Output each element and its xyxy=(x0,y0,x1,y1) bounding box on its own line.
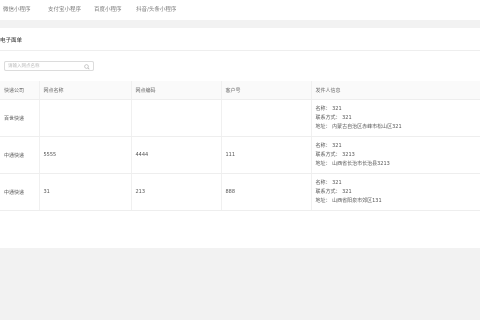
tab-douyin-miniprogram[interactable]: 抖音/头条小程序 xyxy=(136,5,176,13)
cell-sender-info: 名称： 321 联系方式： 321 地址： 内蒙古自治区赤峰市松山区321 xyxy=(311,99,480,137)
cell-customer-id xyxy=(221,99,312,137)
table-row[interactable]: 中通快递 31 213 888 名称： 321 联系方式： 321 地址： 山西… xyxy=(0,173,480,211)
sender-address: 地址： 山西省阳泉市郊区131 xyxy=(315,197,382,204)
sender-phone: 联系方式： 321 xyxy=(315,114,352,121)
col-header-customer-id: 客户号 xyxy=(221,81,312,100)
table-header-row: 快递公司 网点名称 网点编码 客户号 发件人信息 xyxy=(0,81,480,100)
search-box[interactable] xyxy=(4,61,94,71)
search-input[interactable] xyxy=(8,63,78,70)
sender-name: 名称： 321 xyxy=(315,142,342,149)
sender-address: 地址： 内蒙古自治区赤峰市松山区321 xyxy=(315,123,402,130)
empty-background xyxy=(0,248,480,320)
cell-company: 中通快递 xyxy=(0,173,40,211)
cell-outlet-code: 4444 xyxy=(131,136,222,174)
col-header-outlet-name: 网点名称 xyxy=(39,81,132,100)
cell-outlet-code: 213 xyxy=(131,173,222,211)
cell-company: 中通快递 xyxy=(0,136,40,174)
cell-sender-info: 名称： 321 联系方式： 321 地址： 山西省阳泉市郊区131 xyxy=(311,173,480,211)
col-header-sender-info: 发件人信息 xyxy=(311,81,480,100)
sender-name: 名称： 321 xyxy=(315,105,342,112)
table-row[interactable]: 中通快递 5555 4444 111 名称： 321 联系方式： 3213 地址… xyxy=(0,136,480,174)
cell-company: 百世快递 xyxy=(0,99,40,137)
sender-name: 名称： 321 xyxy=(315,179,342,186)
search-icon[interactable] xyxy=(84,63,90,70)
waybill-table: 快递公司 网点名称 网点编码 客户号 发件人信息 百世快递 名称： 321 联系… xyxy=(0,81,480,211)
table-row[interactable]: 百世快递 名称： 321 联系方式： 321 地址： 内蒙古自治区赤峰市松山区3… xyxy=(0,99,480,137)
top-tab-bar: 微信小程序 支付宝小程序 百度小程序 抖音/头条小程序 xyxy=(0,0,480,20)
cell-sender-info: 名称： 321 联系方式： 3213 地址： 山西省长治市长治县3213 xyxy=(311,136,480,174)
cell-outlet-name: 31 xyxy=(39,173,132,211)
sender-phone: 联系方式： 3213 xyxy=(315,151,355,158)
col-header-company: 快递公司 xyxy=(0,81,40,100)
divider xyxy=(0,50,480,51)
cell-outlet-code xyxy=(131,99,222,137)
cell-customer-id: 111 xyxy=(221,136,312,174)
waybill-card: 电子面单 快递公司 网点名称 网点编码 客户号 发件人信息 百世快递 xyxy=(0,28,480,248)
col-header-outlet-code: 网点编码 xyxy=(131,81,222,100)
cell-outlet-name: 5555 xyxy=(39,136,132,174)
tab-alipay-miniprogram[interactable]: 支付宝小程序 xyxy=(48,5,81,13)
sender-address: 地址： 山西省长治市长治县3213 xyxy=(315,160,390,167)
page-title: 电子面单 xyxy=(0,38,23,44)
tab-baidu-miniprogram[interactable]: 百度小程序 xyxy=(94,5,122,13)
sender-phone: 联系方式： 321 xyxy=(315,188,352,195)
cell-customer-id: 888 xyxy=(221,173,312,211)
cell-outlet-name xyxy=(39,99,132,137)
tab-wechat-miniprogram[interactable]: 微信小程序 xyxy=(3,5,31,13)
